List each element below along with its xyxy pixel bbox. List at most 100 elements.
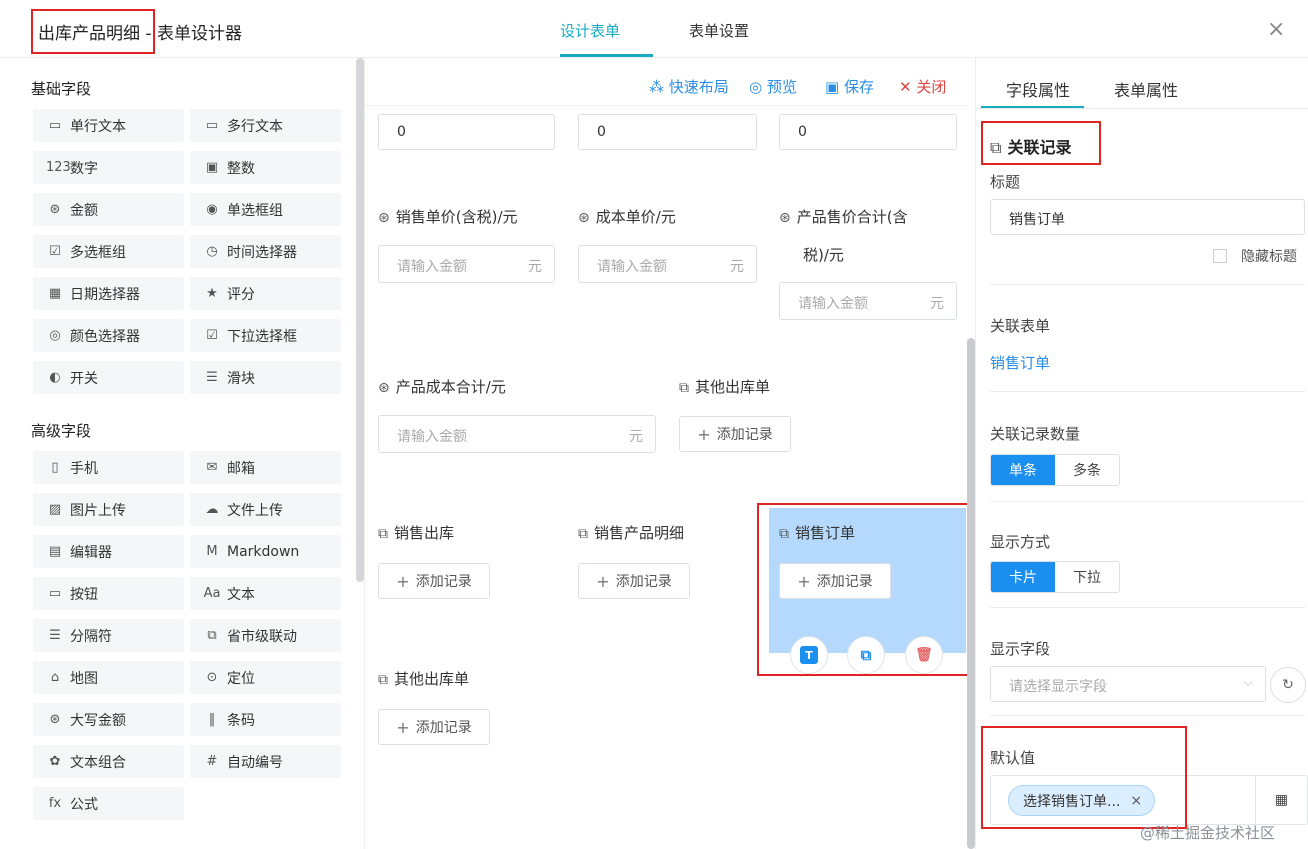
refresh-button[interactable]: ↻ bbox=[1270, 667, 1306, 703]
preview-button[interactable]: ◎ 预览 bbox=[749, 76, 797, 97]
palette-field-item[interactable]: ▤ 编辑器 bbox=[33, 535, 184, 568]
palette-field-item[interactable]: ◎ 颜色选择器 bbox=[33, 319, 184, 352]
quick-layout-button[interactable]: ⁂ 快速布局 bbox=[649, 76, 729, 97]
add-record-button[interactable]: + 添加记录 bbox=[378, 709, 490, 745]
number-input[interactable]: 0 bbox=[779, 114, 957, 150]
palette-field-item[interactable]: ☁ 文件上传 bbox=[190, 493, 341, 526]
title-input[interactable]: 销售订单 bbox=[990, 199, 1305, 235]
related-form-label: 关联表单 bbox=[990, 317, 1051, 335]
relation-label-text: 销售产品明细 bbox=[594, 524, 685, 542]
money-input[interactable]: 请输入金额 元 bbox=[578, 245, 757, 283]
property-panel: 字段属性 表单属性 ⧉ 关联记录 标题 销售订单 隐藏标题 关联表单 销售订单 关… bbox=[975, 58, 1308, 849]
relation-field-label: ⧉ 销售出库 bbox=[378, 522, 454, 543]
tab-form-properties[interactable]: 表单属性 bbox=[1114, 77, 1178, 101]
palette-field-item[interactable]: ▯ 手机 bbox=[33, 451, 184, 484]
palette-field-item[interactable]: ◉ 单选框组 bbox=[190, 193, 341, 226]
money-input[interactable]: 请输入金额 元 bbox=[378, 415, 656, 453]
field-type-label: 省市级联动 bbox=[227, 628, 297, 645]
default-value-input[interactable]: 选择销售订单... × ▦ bbox=[990, 775, 1308, 825]
money-unit: 元 bbox=[528, 259, 542, 275]
field-type-icon: ▯ bbox=[51, 460, 59, 475]
field-type-label: 按钮 bbox=[70, 586, 98, 603]
tab-form-settings[interactable]: 表单设置 bbox=[689, 20, 749, 41]
field-type-label: Markdown bbox=[227, 543, 300, 560]
money-field-label: ⊛ 成本单价/元 bbox=[578, 206, 676, 227]
field-type-icon: ⧉ bbox=[207, 628, 217, 643]
dropdown-option[interactable]: 下拉 bbox=[1055, 562, 1119, 592]
palette-field-item[interactable]: ⊙ 定位 bbox=[190, 661, 341, 694]
palette-field-item[interactable]: ✉ 邮箱 bbox=[190, 451, 341, 484]
field-type-label: 邮箱 bbox=[227, 460, 255, 477]
close-icon[interactable]: × bbox=[1267, 19, 1285, 41]
palette-field-item[interactable]: Aa 文本 bbox=[190, 577, 341, 610]
save-button[interactable]: ▣ 保存 bbox=[825, 76, 874, 97]
palette-field-item[interactable]: ▭ 按钮 bbox=[33, 577, 184, 610]
palette-field-item[interactable]: ‖ 条码 bbox=[190, 703, 341, 736]
palette-field-item[interactable]: fx 公式 bbox=[33, 787, 184, 820]
tag-close-icon[interactable]: × bbox=[1130, 793, 1142, 809]
palette-field-item[interactable]: ◐ 开关 bbox=[33, 361, 184, 394]
related-form-link[interactable]: 销售订单 bbox=[990, 352, 1050, 373]
delete-field-action[interactable]: 🗑 bbox=[905, 636, 943, 674]
add-record-button[interactable]: + 添加记录 bbox=[378, 563, 490, 599]
close-button[interactable]: ✕ 关闭 bbox=[899, 76, 946, 97]
number-input[interactable]: 0 bbox=[378, 114, 555, 150]
card-option[interactable]: 卡片 bbox=[991, 562, 1055, 592]
money-input[interactable]: 请输入金额 元 bbox=[378, 245, 555, 283]
multiple-option[interactable]: 多条 bbox=[1055, 455, 1119, 485]
palette-scrollbar[interactable] bbox=[356, 58, 364, 582]
yuan-icon: ⊛ bbox=[378, 380, 390, 396]
tab-field-properties[interactable]: 字段属性 bbox=[1006, 77, 1070, 101]
palette-field-item[interactable]: ☑ 下拉选择框 bbox=[190, 319, 341, 352]
record-count-toggle: 单条 多条 bbox=[990, 454, 1120, 486]
tab-active-underline bbox=[560, 54, 653, 57]
record-count-label: 关联记录数量 bbox=[990, 425, 1081, 443]
palette-field-item[interactable]: M Markdown bbox=[190, 535, 341, 568]
palette-field-item[interactable]: 123 数字 bbox=[33, 151, 184, 184]
field-type-icon: ☑ bbox=[49, 244, 61, 259]
palette-field-item[interactable]: ☑ 多选框组 bbox=[33, 235, 184, 268]
display-fields-select[interactable]: 请选择显示字段 ⌵ bbox=[990, 666, 1266, 702]
palette-field-item[interactable]: ☰ 分隔符 bbox=[33, 619, 184, 652]
palette-field-item[interactable]: ⊛ 金额 bbox=[33, 193, 184, 226]
number-input[interactable]: 0 bbox=[578, 114, 757, 150]
default-value-label: 默认值 bbox=[990, 749, 1036, 767]
add-record-button[interactable]: + 添加记录 bbox=[779, 563, 891, 599]
grid-select-button[interactable]: ▦ bbox=[1255, 776, 1307, 824]
add-record-button[interactable]: + 添加记录 bbox=[578, 563, 690, 599]
palette-field-item[interactable]: ▦ 日期选择器 bbox=[33, 277, 184, 310]
relation-field-label: ⧉ 销售订单 bbox=[779, 522, 855, 543]
palette-field-item[interactable]: ◷ 时间选择器 bbox=[190, 235, 341, 268]
canvas-scrollbar[interactable] bbox=[967, 338, 975, 849]
palette-field-item[interactable]: ⊛ 大写金额 bbox=[33, 703, 184, 736]
palette-field-item[interactable]: ▣ 整数 bbox=[190, 151, 341, 184]
palette-field-item[interactable]: ⌂ 地图 bbox=[33, 661, 184, 694]
field-type-icon: ‖ bbox=[208, 712, 216, 727]
palette-field-item[interactable]: ☰ 滑块 bbox=[190, 361, 341, 394]
add-record-button[interactable]: + 添加记录 bbox=[679, 416, 791, 452]
field-title-action[interactable]: T bbox=[790, 636, 828, 674]
palette-field-item[interactable]: # 自动编号 bbox=[190, 745, 341, 778]
default-value-tag[interactable]: 选择销售订单... × bbox=[1008, 785, 1156, 816]
tab-design-form[interactable]: 设计表单 bbox=[560, 20, 620, 41]
form-name: 出库产品明细 bbox=[38, 24, 140, 44]
field-type-label: 图片上传 bbox=[70, 502, 126, 519]
single-option[interactable]: 单条 bbox=[991, 455, 1055, 485]
link-record-icon: ⧉ bbox=[779, 526, 789, 542]
palette-field-item[interactable]: ▭ 多行文本 bbox=[190, 109, 341, 142]
money-input[interactable]: 请输入金额 元 bbox=[779, 282, 957, 320]
palette-field-item[interactable]: ▭ 单行文本 bbox=[33, 109, 184, 142]
hide-title-checkbox[interactable]: 隐藏标题 bbox=[1213, 246, 1297, 266]
palette-field-item[interactable]: ✿ 文本组合 bbox=[33, 745, 184, 778]
relation-label-text: 销售订单 bbox=[795, 524, 856, 542]
palette-field-item[interactable]: ▨ 图片上传 bbox=[33, 493, 184, 526]
palette-field-item[interactable]: ⧉ 省市级联动 bbox=[190, 619, 341, 652]
field-type-label: 地图 bbox=[70, 670, 98, 687]
close-label: 关闭 bbox=[916, 78, 947, 96]
field-type-icon: ▦ bbox=[48, 286, 62, 301]
relation-label-text: 其他出库单 bbox=[394, 670, 470, 688]
field-type-icon: ☰ bbox=[49, 628, 61, 643]
copy-field-action[interactable]: ⧉ bbox=[847, 636, 885, 674]
field-type-icon: M bbox=[206, 544, 218, 559]
palette-field-item[interactable]: ★ 评分 bbox=[190, 277, 341, 310]
